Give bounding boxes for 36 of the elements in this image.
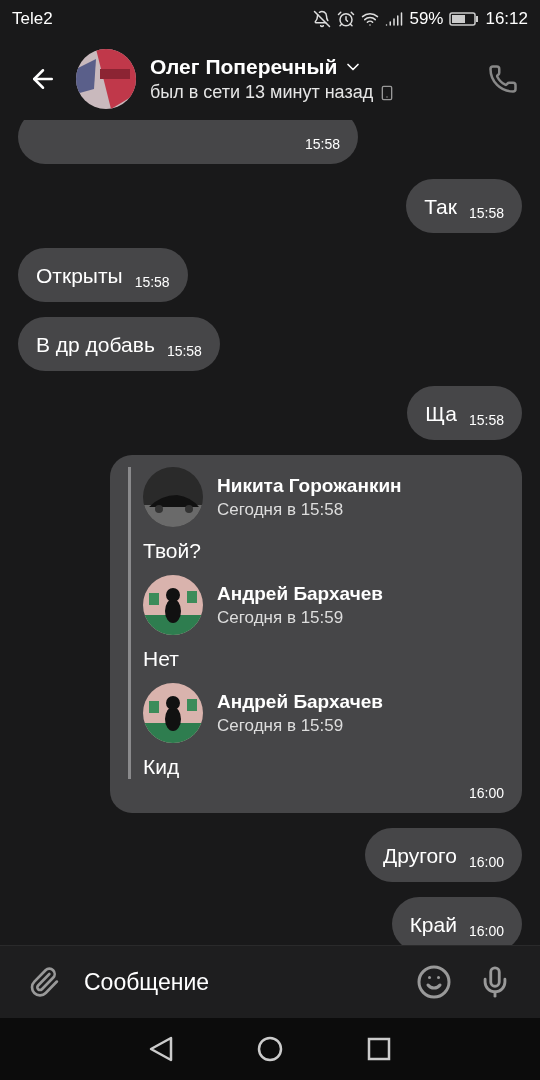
last-seen-status: был в сети 13 минут назад (150, 82, 374, 103)
message-time: 16:00 (468, 923, 504, 941)
author-name: Никита Горожанкин (217, 474, 403, 497)
recents-nav-icon[interactable] (367, 1037, 391, 1061)
clock-time: 16:12 (485, 9, 528, 29)
message-time: 15:58 (468, 412, 504, 430)
home-nav-icon[interactable] (257, 1036, 283, 1062)
message-text: В др добавь (36, 333, 155, 358)
message-time: 15:58 (166, 343, 202, 361)
battery-percent: 59% (409, 9, 444, 29)
alarm-icon (337, 10, 356, 28)
message-text: Кид (143, 755, 181, 779)
message-time: 15:58 (134, 274, 170, 292)
author-name: Андрей Бархачев (217, 582, 384, 605)
message-date: Сегодня в 15:59 (217, 607, 345, 628)
message-date: Сегодня в 15:59 (217, 715, 345, 736)
message-time: 15:58 (304, 136, 340, 154)
battery-icon (449, 12, 480, 26)
mute-icon (313, 10, 332, 28)
message-text: Край (409, 913, 457, 938)
contact-name: Олег Поперечный (150, 55, 338, 79)
message-text: Так (424, 195, 457, 220)
author-name: Андрей Бархачев (217, 690, 384, 713)
wifi-icon (361, 10, 380, 28)
message-date: Сегодня в 15:58 (217, 499, 345, 520)
message-text: Другого (383, 844, 457, 869)
back-nav-icon[interactable] (149, 1036, 173, 1062)
message-text: Твой? (143, 539, 202, 563)
message-text: Ща (425, 402, 457, 427)
message-time: 15:58 (468, 205, 504, 223)
message-text: Нет (143, 647, 180, 671)
message-time: 16:00 (468, 854, 504, 872)
message-time: 16:00 (468, 785, 504, 801)
signal-icon (385, 10, 404, 28)
carrier-name: Tele2 (12, 9, 53, 29)
message-text: Открыты (36, 264, 123, 289)
